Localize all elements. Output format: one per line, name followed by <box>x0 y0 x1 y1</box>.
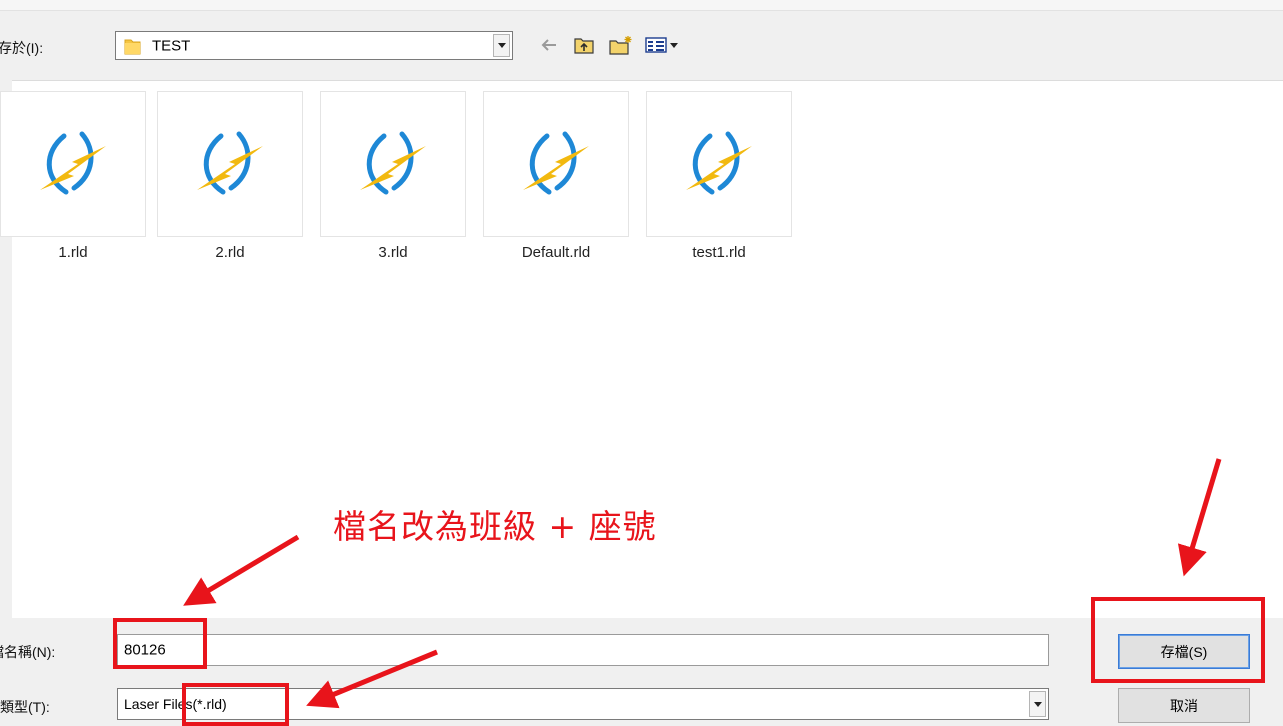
arrow-to-filename <box>183 534 300 606</box>
arrow-to-filetype <box>306 649 438 709</box>
arrow-to-save <box>1177 458 1222 577</box>
annotation-arrows <box>183 458 1222 709</box>
